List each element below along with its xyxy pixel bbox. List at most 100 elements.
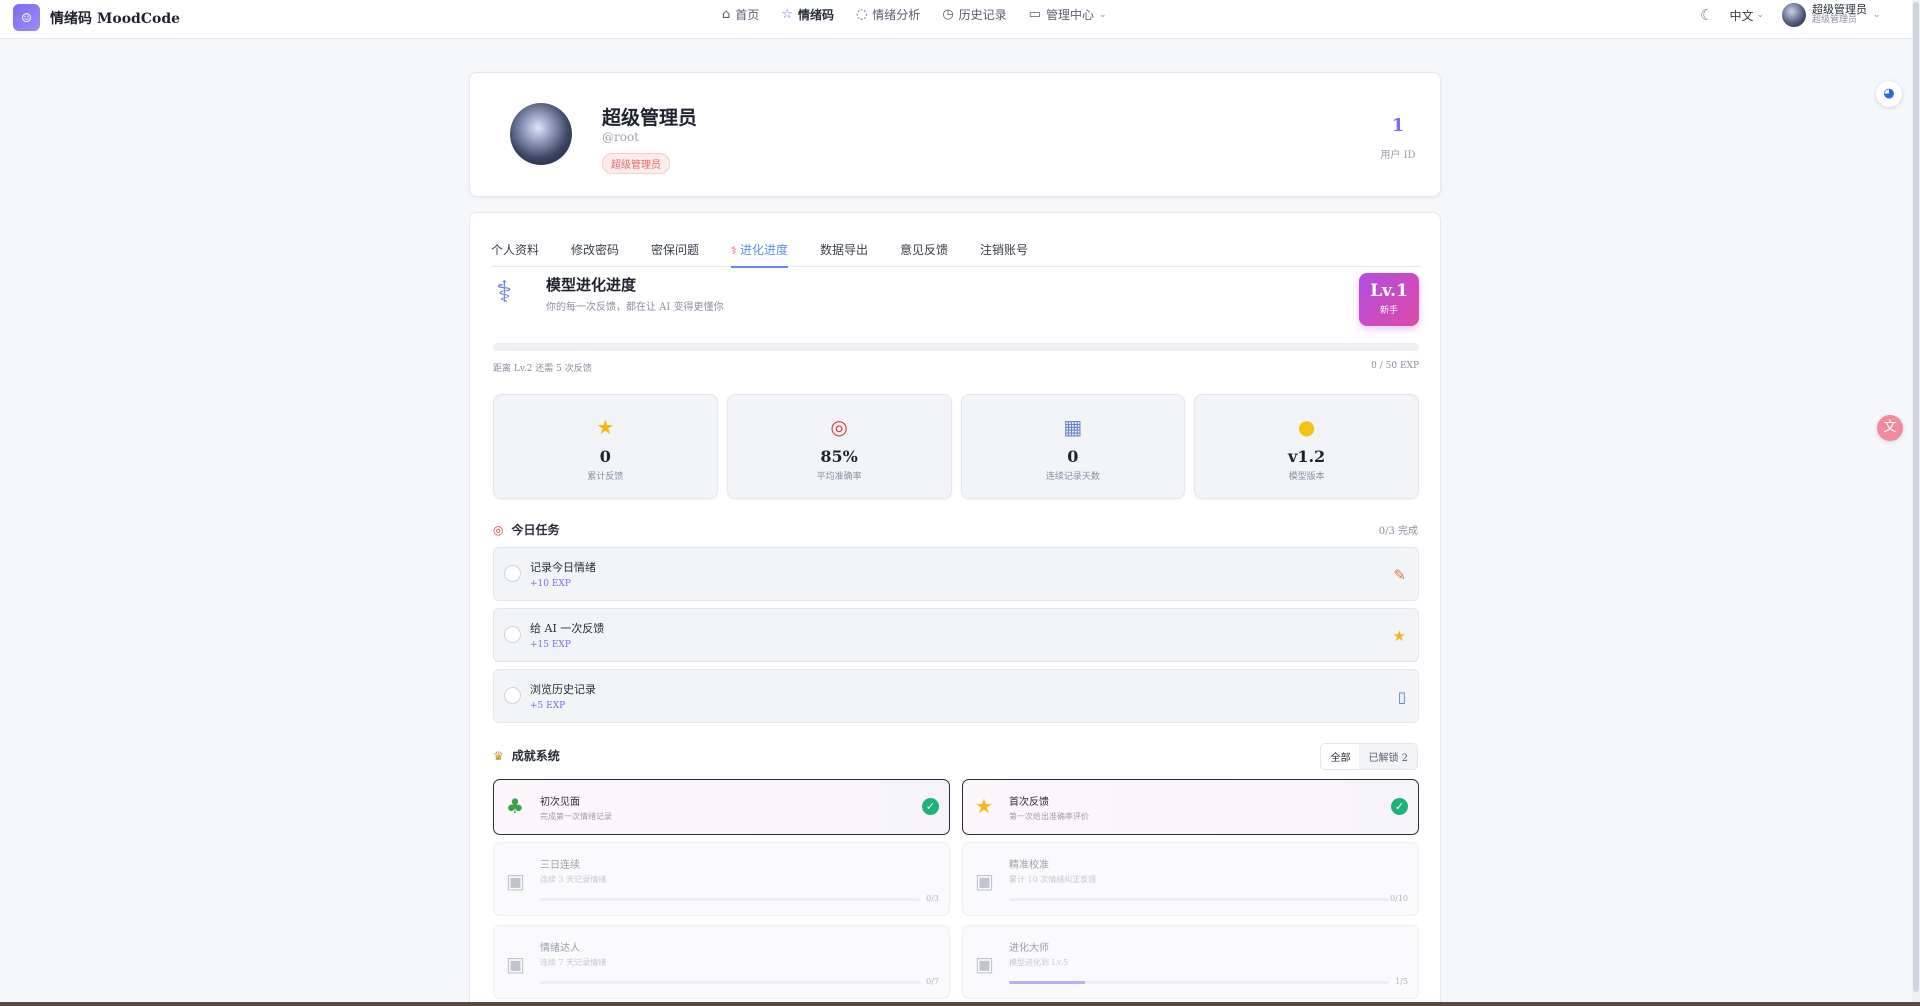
task-exp: +5 EXP [530, 701, 566, 711]
bulb-icon: ● [1297, 415, 1316, 439]
task-name: 记录今日情绪 [530, 561, 596, 574]
achievement-card[interactable]: ▣ 三日连续 连续 3 天记录情绪 0/3 [493, 842, 950, 916]
nav-item-history[interactable]: ◷ 历史记录 [942, 6, 1006, 23]
role-badge: 超级管理员 [602, 153, 670, 174]
nav-item-moodcode[interactable]: ☆ 情绪码 [781, 6, 834, 23]
filter-all[interactable]: 全部 [1321, 744, 1360, 769]
nav-item-admin[interactable]: ▭ 管理中心 ⌄ [1029, 6, 1107, 23]
filter-unlocked[interactable]: 已解锁 2 [1359, 744, 1417, 769]
stat-accuracy: ◎ 85% 平均准确率 [726, 394, 952, 499]
stat-streak: ▦ 0 连续记录天数 [960, 394, 1186, 499]
achievement-name: 三日连续 [540, 860, 580, 871]
book-icon: ▯ [1397, 688, 1406, 706]
achievement-count: 0/7 [926, 977, 939, 986]
achievement-card[interactable]: ★ 首次反馈 第一次给出准确率评价 ✓ [962, 779, 1419, 835]
task-name: 浏览历史记录 [530, 683, 596, 696]
profile-handle: @root [602, 130, 640, 144]
assistant-chat-icon[interactable]: ◕ [1876, 81, 1902, 107]
evolution-subtitle: 你的每一次反馈，都在让 AI 变得更懂你 [546, 302, 724, 313]
stat-label: 累计反馈 [587, 472, 624, 482]
avatar[interactable] [510, 103, 572, 165]
achievement-desc: 完成第一次情绪记录 [540, 812, 612, 821]
task-checkbox[interactable] [504, 687, 521, 704]
user-role: 超级管理员 [1812, 15, 1858, 26]
brand[interactable]: ☺ 情绪码 MoodCode [13, 4, 180, 31]
tab-evolution[interactable]: ⚕ 进化进度 [731, 227, 788, 268]
task-checkbox[interactable] [504, 626, 521, 643]
level-value: Lv.1 [1370, 281, 1408, 301]
moon-icon[interactable]: ☾ [1700, 6, 1713, 24]
achievement-progress [540, 898, 920, 901]
achievement-count: 1/5 [1395, 977, 1408, 986]
stat-value: v1.2 [1288, 447, 1326, 466]
lock-icon: ▣ [506, 952, 525, 976]
achievement-desc: 累计 10 次情绪纠正反馈 [1009, 875, 1097, 884]
nav-item-analysis[interactable]: ◌ 情绪分析 [856, 6, 920, 23]
task-name: 给 AI 一次反馈 [530, 622, 605, 635]
achievement-progress [1009, 898, 1389, 901]
exp-progress-bar [493, 343, 1419, 351]
chat-icon: ◌ [855, 7, 868, 22]
chevron-down-icon: ⌄ [1098, 9, 1107, 20]
task-exp: +15 EXP [530, 640, 571, 650]
stat-value: 0 [599, 447, 611, 466]
scrollbar[interactable] [1912, 0, 1920, 1006]
achievement-card[interactable]: ▣ 情绪达人 连续 7 天记录情绪 0/7 [493, 925, 950, 999]
nav-label: 情绪分析 [872, 8, 921, 22]
brand-logo-icon: ☺ [13, 4, 40, 31]
stat-model-version: ● v1.2 模型版本 [1194, 394, 1419, 499]
task-item[interactable]: 给 AI 一次反馈 +15 EXP ★ [493, 608, 1419, 662]
achievements-title: 成就系统 [511, 749, 560, 763]
achievement-desc: 模型进化到 Lv.5 [1009, 958, 1069, 967]
achievement-progress-fill [1009, 981, 1085, 984]
task-item[interactable]: 记录今日情绪 +10 EXP ✎ [493, 547, 1419, 601]
nav-label: 历史记录 [958, 8, 1007, 22]
achievement-count: 0/10 [1390, 894, 1408, 903]
nav-label: 首页 [735, 8, 760, 22]
tab-change-password[interactable]: 修改密码 [571, 227, 619, 267]
stat-label: 模型版本 [1288, 472, 1325, 482]
achievement-card[interactable]: ▣ 精准校准 累计 10 次情绪纠正反馈 0/10 [962, 842, 1419, 916]
scrollbar-thumb[interactable] [1913, 2, 1919, 992]
tab-data-export[interactable]: 数据导出 [820, 227, 868, 267]
main-nav: ⌂ 首页 ☆ 情绪码 ◌ 情绪分析 ◷ 历史记录 ▭ 管理中心 ⌄ [722, 0, 1107, 29]
stat-label: 平均准确率 [816, 472, 862, 482]
achievement-progress [540, 981, 920, 984]
tab-delete-account[interactable]: 注销账号 [980, 227, 1028, 267]
star-icon: ★ [975, 794, 993, 818]
profile-card: 超级管理员 @root 超级管理员 1 用户 ID [469, 72, 1441, 197]
chevron-down-icon: ⌄ [1873, 10, 1881, 20]
settings-tabs: 个人资料 修改密码 密保问题 ⚕ 进化进度 数据导出 意见反馈 注销账号 [491, 227, 1421, 268]
translate-icon[interactable]: 文 [1877, 415, 1903, 441]
achievement-card[interactable]: ♣ 初次见面 完成第一次情绪记录 ✓ [493, 779, 950, 835]
achievement-desc: 第一次给出准确率评价 [1009, 812, 1089, 821]
tab-feedback[interactable]: 意见反馈 [900, 227, 948, 267]
top-right-actions: ☾ 中文 ⌄ 超级管理员 超级管理员 ⌄ [1700, 1, 1881, 29]
achievement-card[interactable]: ▣ 进化大师 模型进化到 Lv.5 1/5 [962, 925, 1419, 999]
tab-security-questions[interactable]: 密保问题 [651, 227, 699, 267]
task-checkbox[interactable] [504, 565, 521, 582]
achievement-desc: 连续 3 天记录情绪 [540, 875, 607, 884]
progress-exp: 0 / 50 EXP [1371, 361, 1419, 371]
task-item[interactable]: 浏览历史记录 +5 EXP ▯ [493, 669, 1419, 723]
avatar [1782, 3, 1807, 27]
sprout-icon: ♣ [506, 794, 524, 818]
language-select[interactable]: 中文 ⌄ [1729, 7, 1764, 24]
top-navbar: ☺ 情绪码 MoodCode ⌂ 首页 ☆ 情绪码 ◌ 情绪分析 ◷ 历史记录 ▭ 管理中… [0, 0, 1912, 39]
tab-profile[interactable]: 个人资料 [491, 227, 539, 267]
achievement-name: 首次反馈 [1009, 797, 1049, 808]
user-menu[interactable]: 超级管理员 超级管理员 ⌄ [1782, 3, 1881, 27]
achievements-header: ♛ 成就系统 [493, 747, 560, 764]
clock-icon: ◷ [942, 7, 954, 22]
achievement-progress [1009, 981, 1389, 984]
check-icon: ✓ [1391, 798, 1408, 815]
achievement-name: 初次见面 [540, 797, 580, 808]
chart-icon: ▦ [1063, 415, 1083, 439]
progress-hint: 距离 Lv.2 还需 5 次反馈 [493, 364, 592, 374]
dna-icon: ⚕ [731, 244, 737, 257]
lock-icon: ▣ [975, 952, 994, 976]
nav-label: 情绪码 [797, 8, 834, 22]
level-name: 新手 [1379, 306, 1398, 316]
nav-item-home[interactable]: ⌂ 首页 [722, 6, 759, 23]
star-icon: ★ [1392, 627, 1406, 645]
